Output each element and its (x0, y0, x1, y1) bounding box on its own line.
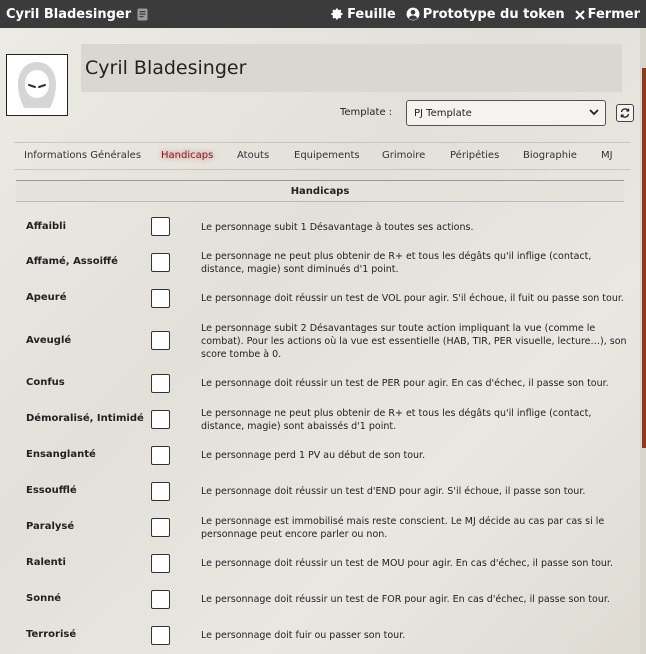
handicap-desc: Le personnage doit réussir un test de VO… (201, 293, 624, 304)
user-circle-icon (406, 7, 420, 21)
refresh-template-button[interactable] (616, 104, 634, 122)
handicap-checkbox[interactable] (151, 518, 170, 537)
handicap-desc: Le personnage doit réussir un test d'END… (201, 486, 586, 497)
sheet-tabs: Informations Générales Handicaps Atouts … (14, 142, 630, 170)
handicap-name: Confus (26, 377, 65, 388)
sheet-button-label: Feuille (347, 6, 396, 22)
handicap-desc: Le personnage ne peut plus obtenir de R+… (201, 251, 592, 275)
handicap-name: Affaibli (26, 221, 67, 232)
refresh-icon (620, 108, 630, 118)
character-name: Cyril Bladesinger (85, 57, 247, 79)
template-selected-value: PJ Template (414, 107, 472, 119)
chevron-down-icon (588, 106, 600, 121)
section-title: Handicaps (290, 185, 350, 197)
sheet-doc-icon[interactable] (137, 8, 148, 21)
close-button-label: Fermer (587, 6, 640, 22)
handicap-desc: Le personnage ne peut plus obtenir de R+… (201, 408, 592, 432)
handicap-name: Aveuglé (26, 335, 72, 346)
handicap-checkbox[interactable] (151, 446, 170, 465)
handicap-name: Affamé, Assoiffé (26, 256, 118, 267)
character-name-field[interactable]: Cyril Bladesinger (81, 44, 622, 92)
template-select[interactable]: PJ Template (406, 100, 606, 126)
handicaps-section-header: Handicaps (16, 180, 624, 202)
scrollbar-thumb[interactable] (642, 68, 646, 448)
handicap-checkbox[interactable] (151, 374, 170, 393)
hooded-figure-icon (18, 62, 56, 108)
handicap-name: Essoufflé (26, 485, 77, 496)
close-icon (574, 9, 585, 20)
window-titlebar: Cyril Bladesinger Feuille Prototype du t… (0, 0, 646, 28)
handicap-desc: Le personnage doit réussir un test de MO… (201, 558, 613, 569)
handicap-name: Démoralisé, Intimidé (26, 413, 144, 424)
close-button[interactable]: Fermer (574, 6, 640, 22)
titlebar-actions: Feuille Prototype du token Fermer (330, 7, 640, 22)
handicap-name: Apeuré (26, 292, 67, 303)
template-label: Template : (340, 107, 393, 118)
tab-grimoire[interactable]: Grimoire (382, 150, 425, 161)
token-button[interactable]: Prototype du token (406, 7, 565, 22)
handicap-checkbox[interactable] (151, 253, 170, 272)
character-avatar[interactable] (6, 54, 68, 116)
token-button-label: Prototype du token (422, 6, 565, 22)
handicap-checkbox[interactable] (151, 289, 170, 308)
handicap-desc: Le personnage perd 1 PV au début de son … (201, 450, 426, 461)
handicap-checkbox[interactable] (151, 217, 170, 236)
handicap-name: Ralenti (26, 557, 66, 568)
tab-handicaps[interactable]: Handicaps (161, 150, 213, 161)
handicap-name: Terrorisé (26, 629, 77, 640)
tab-mj[interactable]: MJ (601, 150, 613, 161)
handicap-desc: Le personnage doit réussir un test de PE… (201, 378, 609, 389)
sheet-button[interactable]: Feuille (330, 7, 396, 22)
tab-informations-generales[interactable]: Informations Générales (24, 150, 141, 161)
handicap-checkbox[interactable] (151, 331, 170, 350)
handicap-checkbox[interactable] (151, 590, 170, 609)
handicap-desc: Le personnage doit réussir un test de FO… (201, 594, 610, 605)
handicap-desc: Le personnage subit 2 Désavantages sur t… (201, 323, 627, 360)
handicap-name: Sonné (26, 593, 62, 604)
tab-peripeties[interactable]: Péripéties (450, 150, 499, 161)
tab-atouts[interactable]: Atouts (237, 150, 269, 161)
window-title-group: Cyril Bladesinger (6, 7, 148, 22)
handicap-checkbox[interactable] (151, 626, 170, 645)
tab-equipements[interactable]: Equipements (294, 150, 360, 161)
handicap-checkbox[interactable] (151, 554, 170, 573)
handicap-checkbox[interactable] (151, 482, 170, 501)
tab-biographie[interactable]: Biographie (523, 150, 577, 161)
sheet-scrollbar[interactable] (640, 28, 646, 654)
window-title: Cyril Bladesinger (6, 6, 132, 22)
handicap-desc: Le personnage est immobilisé mais reste … (201, 516, 605, 540)
handicap-desc: Le personnage doit fuir ou passer son to… (201, 630, 406, 641)
gear-icon (330, 7, 344, 21)
character-sheet: Cyril Bladesinger Template : PJ Template… (0, 28, 640, 654)
handicap-name: Paralysé (26, 521, 75, 532)
handicap-desc: Le personnage subit 1 Désavantage à tout… (201, 222, 474, 233)
handicap-name: Ensanglanté (26, 449, 96, 460)
handicap-checkbox[interactable] (151, 410, 170, 429)
